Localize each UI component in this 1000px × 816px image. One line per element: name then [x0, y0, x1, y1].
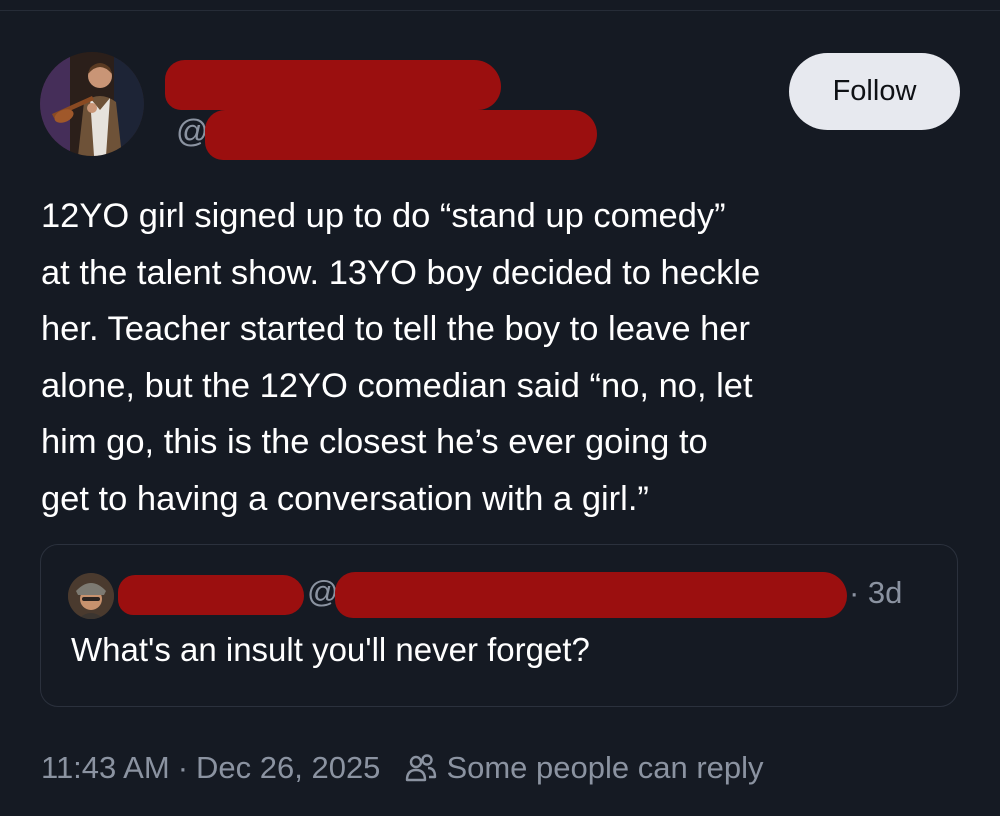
quoted-handle-prefix: @: [307, 574, 339, 609]
quoted-post-time[interactable]: · 3d: [849, 575, 902, 611]
reply-setting-label[interactable]: Some people can reply: [446, 750, 763, 786]
people-icon: [406, 754, 437, 782]
author-handle-redaction: [205, 110, 597, 160]
quoted-handle-redaction: [335, 572, 847, 618]
post-line: at the talent show. 13YO boy decided to …: [41, 253, 761, 292]
top-divider: [0, 10, 1000, 11]
post-line: him go, this is the closest he’s ever go…: [41, 423, 708, 461]
post-date[interactable]: Dec 26, 2025: [196, 750, 380, 786]
post-line: 12YO girl signed up to do “stand up come…: [41, 197, 726, 235]
quoted-avatar-image: [68, 573, 114, 619]
follow-button[interactable]: Follow: [789, 53, 960, 130]
quoted-author-name-redaction: [118, 575, 304, 615]
author-avatar[interactable]: [40, 52, 144, 156]
post-line: get to having a conversation with a girl…: [41, 479, 649, 518]
author-avatar-image: [40, 52, 144, 156]
post-line: her. Teacher started to tell the boy to …: [41, 310, 750, 348]
post-meta: 11:43 AM · Dec 26, 2025 Some people can …: [41, 748, 764, 788]
post-time[interactable]: 11:43 AM: [41, 750, 170, 786]
post-body: 12YO girl signed up to do “stand up come…: [41, 188, 976, 527]
meta-separator: ·: [177, 750, 189, 785]
post-line: alone, but the 12YO comedian said “no, n…: [41, 366, 753, 405]
author-handle-prefix: @: [176, 113, 209, 149]
author-name-redaction: [165, 60, 501, 110]
quoted-author-avatar[interactable]: [68, 573, 114, 619]
quoted-post-text: What's an insult you'll never forget?: [71, 631, 590, 668]
quoted-post-card[interactable]: [40, 544, 958, 707]
